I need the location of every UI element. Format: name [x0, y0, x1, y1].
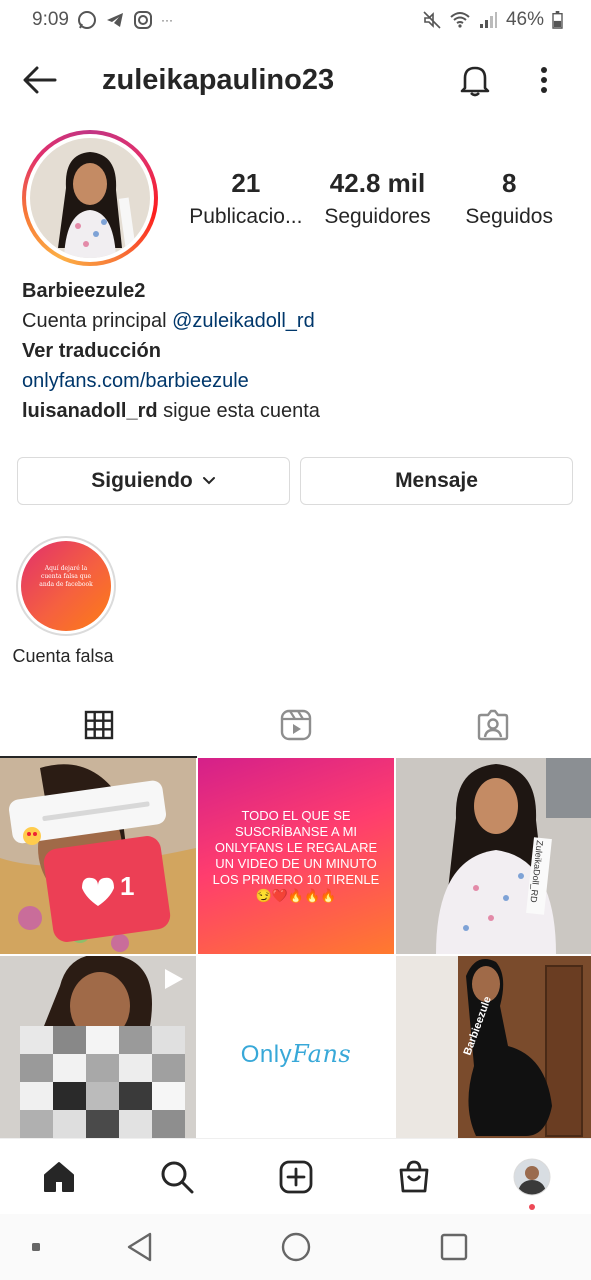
- home-icon: [44, 1161, 75, 1192]
- recents-square-icon: [440, 1233, 468, 1261]
- bio-text: Cuenta principal: [22, 310, 173, 332]
- nav-search[interactable]: [118, 1160, 236, 1194]
- message-button-label: Mensaje: [395, 469, 478, 492]
- tab-posts-grid[interactable]: [0, 692, 197, 758]
- nav-profile[interactable]: [473, 1158, 591, 1210]
- highlight-cover: Aquí dejaré la cuenta falsa que anda de …: [21, 541, 111, 631]
- profile-avatar-story-ring[interactable]: [22, 130, 158, 266]
- profile-header: zuleikapaulino23: [0, 48, 591, 112]
- tagged-icon: [477, 709, 508, 741]
- highlight-label: Cuenta falsa: [12, 646, 114, 666]
- highlight-cover-ring: Aquí dejaré la cuenta falsa que anda de …: [16, 536, 116, 636]
- profile-avatar: [30, 138, 150, 258]
- more-options-button[interactable]: [526, 60, 562, 100]
- website-link[interactable]: onlyfans.com/barbieezule: [22, 366, 572, 396]
- chevron-down-icon: [202, 477, 215, 485]
- battery-level: 46%: [505, 9, 544, 30]
- system-back-button[interactable]: [120, 1230, 158, 1264]
- bottom-navigation: [0, 1138, 591, 1214]
- battery-icon: [552, 11, 563, 29]
- stat-followers-label: Seguidores: [324, 205, 431, 228]
- stat-followers[interactable]: 42.8 mil Seguidores: [312, 168, 444, 229]
- video-play-icon: [165, 969, 183, 989]
- post-thumbnail[interactable]: Barbieezule: [396, 956, 591, 1152]
- home-circle-icon: [281, 1232, 311, 1262]
- instagram-icon: [133, 11, 152, 29]
- stat-followers-count: 42.8 mil: [329, 168, 426, 198]
- nav-home[interactable]: [0, 1160, 118, 1194]
- onlyfans-logo: OnlyFans: [241, 1040, 351, 1069]
- reels-icon: [280, 709, 311, 741]
- stat-following-count: 8: [501, 168, 517, 198]
- back-arrow-icon: [23, 66, 57, 94]
- highlight-cover-text: Aquí dejaré la cuenta falsa que anda de …: [39, 565, 93, 588]
- nav-new-post[interactable]: [236, 1160, 354, 1194]
- bell-icon: [460, 66, 490, 97]
- telegram-icon: [106, 13, 123, 27]
- profile-tabs: [0, 692, 591, 758]
- post-thumbnail[interactable]: OnlyFans: [198, 956, 394, 1152]
- following-button-label: Siguiendo: [91, 469, 193, 492]
- followed-by-line[interactable]: luisanadoll_rd sigue esta cuenta: [22, 396, 572, 426]
- more-vertical-icon: [541, 67, 547, 93]
- back-triangle-icon: [127, 1232, 152, 1262]
- status-time: 9:09: [32, 9, 69, 30]
- grid-icon: [84, 710, 113, 740]
- bio-mention-link[interactable]: @zuleikadoll_rd: [172, 310, 315, 332]
- shop-icon: [399, 1160, 429, 1192]
- back-button[interactable]: [0, 48, 80, 112]
- notifications-button[interactable]: [452, 60, 498, 100]
- system-recents-button[interactable]: [435, 1230, 473, 1264]
- like-count-sticker: 1: [120, 871, 134, 901]
- followed-by-user: luisanadoll_rd: [22, 400, 158, 422]
- mute-icon: [423, 11, 441, 29]
- message-button[interactable]: Mensaje: [300, 457, 573, 505]
- more-notifications-icon: ···: [160, 13, 173, 27]
- stat-posts[interactable]: 21 Publicacio...: [180, 168, 312, 229]
- system-menu-button[interactable]: [28, 1230, 44, 1264]
- stat-posts-count: 21: [231, 168, 261, 198]
- profile-display-name: Barbieezule2: [22, 280, 146, 302]
- onlyfans-logo-part1: Only: [240, 1040, 293, 1068]
- story-highlight[interactable]: Aquí dejaré la cuenta falsa que anda de …: [12, 536, 118, 667]
- system-home-button[interactable]: [277, 1230, 315, 1264]
- onlyfans-logo-part2: Fans: [292, 1039, 352, 1068]
- android-navigation-bar: [0, 1214, 591, 1280]
- menu-dot-icon: [32, 1243, 40, 1251]
- profile-stats: 21 Publicacio... 42.8 mil Seguidores 8 S…: [180, 168, 575, 229]
- post-thumbnail[interactable]: ZuleikaDoll_RD: [396, 758, 591, 954]
- profile-username: zuleikapaulino23: [102, 63, 335, 96]
- new-post-icon: [279, 1160, 312, 1193]
- stat-following[interactable]: 8 Seguidos: [443, 168, 575, 229]
- wifi-icon: [450, 12, 470, 28]
- stat-posts-label: Publicacio...: [189, 205, 303, 228]
- search-icon: [161, 1161, 194, 1193]
- posts-grid: 1 TODO EL QUE SE SUSCRÍBANSE A MI ONLYFA…: [0, 758, 591, 1152]
- see-translation-link[interactable]: Ver traducción: [22, 336, 572, 366]
- following-button[interactable]: Siguiendo: [17, 457, 290, 505]
- tab-tagged[interactable]: [394, 692, 591, 758]
- bio-line: Cuenta principal @zuleikadoll_rd: [22, 306, 572, 336]
- followed-by-text: sigue esta cuenta: [157, 400, 320, 422]
- promo-post-text: TODO EL QUE SE SUSCRÍBANSE A MI ONLYFANS…: [212, 808, 380, 903]
- signal-icon: [479, 12, 497, 28]
- post-thumbnail[interactable]: [0, 956, 196, 1152]
- tab-reels[interactable]: [197, 692, 394, 758]
- status-bar: 9:09 ··· 46%: [0, 0, 591, 40]
- profile-avatar: [513, 1158, 551, 1195]
- profile-bio: Barbieezule2 Cuenta principal @zuleikado…: [22, 276, 572, 426]
- whatsapp-icon: [77, 11, 96, 29]
- nav-shop[interactable]: [355, 1160, 473, 1194]
- post-thumbnail[interactable]: 1: [0, 758, 196, 954]
- stat-following-label: Seguidos: [465, 205, 553, 228]
- post-thumbnail[interactable]: TODO EL QUE SE SUSCRÍBANSE A MI ONLYFANS…: [198, 758, 394, 954]
- notification-dot: [528, 1203, 535, 1210]
